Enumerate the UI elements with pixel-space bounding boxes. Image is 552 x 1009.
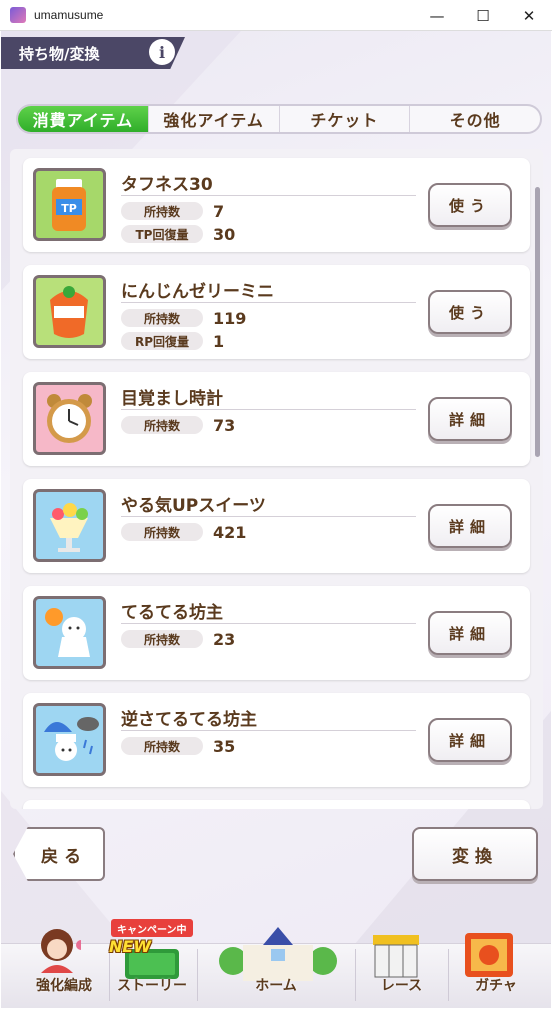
divider <box>121 409 416 410</box>
nav-item-race[interactable]: レース <box>355 975 448 1004</box>
item-name: にんじんゼリーミニ <box>121 282 274 302</box>
stat-value: 1 <box>213 331 225 351</box>
detail-button[interactable]: 詳細 <box>428 504 512 548</box>
stat-value: 30 <box>213 224 236 244</box>
list-item <box>23 800 530 809</box>
stat-label: 所持数 <box>121 737 203 755</box>
stat-value: 23 <box>213 629 236 649</box>
maximize-button[interactable]: ☐ <box>460 0 506 31</box>
stat-label: 所持数 <box>121 523 203 541</box>
svg-text:TP: TP <box>61 202 77 215</box>
nav-item-story[interactable]: ストーリー <box>107 975 197 1004</box>
use-button[interactable]: 使う <box>428 183 512 227</box>
nav-label: ホーム <box>255 978 297 994</box>
nav-item-gacha[interactable]: ガチャ <box>448 975 544 1004</box>
nav-item-home[interactable]: ホーム <box>197 975 355 1004</box>
list-item: てるてる坊主 所持数 23 詳細 <box>23 586 530 680</box>
teru-teru-bozu-icon <box>33 596 106 669</box>
stat-value: 421 <box>213 522 247 542</box>
stat-value: 35 <box>213 736 236 756</box>
tab-other[interactable]: その他 <box>409 106 540 132</box>
alarm-clock-icon <box>33 382 106 455</box>
window-title: umamusume <box>34 8 104 22</box>
tab-enhancement[interactable]: 強化アイテム <box>147 106 279 132</box>
list-item: TP タフネス30 所持数 7 TP回復量 30 使う <box>23 158 530 252</box>
gacha-icon <box>465 933 513 977</box>
category-tabs: 消費アイテム 強化アイテム チケット その他 <box>16 104 542 134</box>
item-name: てるてる坊主 <box>121 603 223 623</box>
new-badge: NEW <box>109 937 151 956</box>
info-button[interactable]: i <box>149 39 175 65</box>
list-item: にんじんゼリーミニ 所持数 119 RP回復量 1 使う <box>23 265 530 359</box>
stat-row: RP回復量 1 <box>121 331 224 351</box>
page-title: 持ち物/変換 <box>19 45 100 63</box>
list-item: やる気UPスイーツ 所持数 421 詳細 <box>23 479 530 573</box>
list-item: 目覚まし時計 所持数 73 詳細 <box>23 372 530 466</box>
divider <box>121 516 416 517</box>
detail-button[interactable]: 詳細 <box>428 718 512 762</box>
stat-row: TP回復量 30 <box>121 224 235 244</box>
stat-value: 119 <box>213 308 247 328</box>
stat-label: RP回復量 <box>121 332 203 350</box>
item-name: タフネス30 <box>121 175 213 195</box>
school-building-icon <box>219 927 337 981</box>
race-gate-icon <box>373 935 419 978</box>
item-name: やる気UPスイーツ <box>121 496 266 516</box>
character-portrait-icon <box>41 929 81 973</box>
back-button[interactable]: 戻る <box>13 827 105 881</box>
stat-label: 所持数 <box>121 309 203 327</box>
divider <box>121 302 416 303</box>
stat-value: 73 <box>213 415 236 435</box>
stat-row: 所持数 73 <box>121 415 235 435</box>
minimize-button[interactable]: — <box>414 0 460 31</box>
stat-label: 所持数 <box>121 202 203 220</box>
carrot-jelly-icon <box>33 275 106 348</box>
stat-label: 所持数 <box>121 630 203 648</box>
item-list[interactable]: TP タフネス30 所持数 7 TP回復量 30 使う にんじんゼリーミニ 所持数 1… <box>10 149 543 809</box>
stat-row: 所持数 421 <box>121 522 246 542</box>
stat-row: 所持数 35 <box>121 736 235 756</box>
close-button[interactable]: ✕ <box>506 0 552 31</box>
tab-tickets[interactable]: チケット <box>278 106 410 132</box>
convert-button[interactable]: 変換 <box>412 827 538 881</box>
stat-label: TP回復量 <box>121 225 203 243</box>
tp-drink-icon: TP <box>33 168 106 241</box>
stat-value: 7 <box>213 201 225 221</box>
item-name: 目覚まし時計 <box>121 389 223 409</box>
divider <box>121 623 416 624</box>
list-scrollbar[interactable] <box>535 187 540 457</box>
nav-label: レース <box>380 978 423 994</box>
parfait-icon <box>33 489 106 562</box>
window-titlebar: umamusume — ☐ ✕ <box>0 0 552 31</box>
detail-button[interactable]: 詳細 <box>428 611 512 655</box>
game-viewport: 持ち物/変換 i 消費アイテム 強化アイテム チケット その他 TP タフネス3… <box>1 31 551 1008</box>
nav-label: ガチャ <box>475 978 517 994</box>
nav-item-training-setup[interactable]: 強化編成 <box>21 975 107 1004</box>
divider <box>121 195 416 196</box>
detail-button[interactable]: 詳細 <box>428 397 512 441</box>
tab-consumables[interactable]: 消費アイテム <box>18 106 148 132</box>
stat-label: 所持数 <box>121 416 203 434</box>
item-name: 逆さてるてる坊主 <box>121 710 257 730</box>
list-item: 逆さてるてる坊主 所持数 35 詳細 <box>23 693 530 787</box>
nav-label: ストーリー <box>117 978 187 994</box>
app-icon <box>10 7 26 23</box>
nav-label: 強化編成 <box>36 978 92 994</box>
stat-row: 所持数 7 <box>121 201 224 221</box>
stat-row: 所持数 119 <box>121 308 246 328</box>
stat-row: 所持数 23 <box>121 629 235 649</box>
campaign-badge: キャンペーン中 <box>111 919 193 937</box>
reverse-teru-teru-bozu-icon <box>33 703 106 776</box>
use-button[interactable]: 使う <box>428 290 512 334</box>
divider <box>121 730 416 731</box>
